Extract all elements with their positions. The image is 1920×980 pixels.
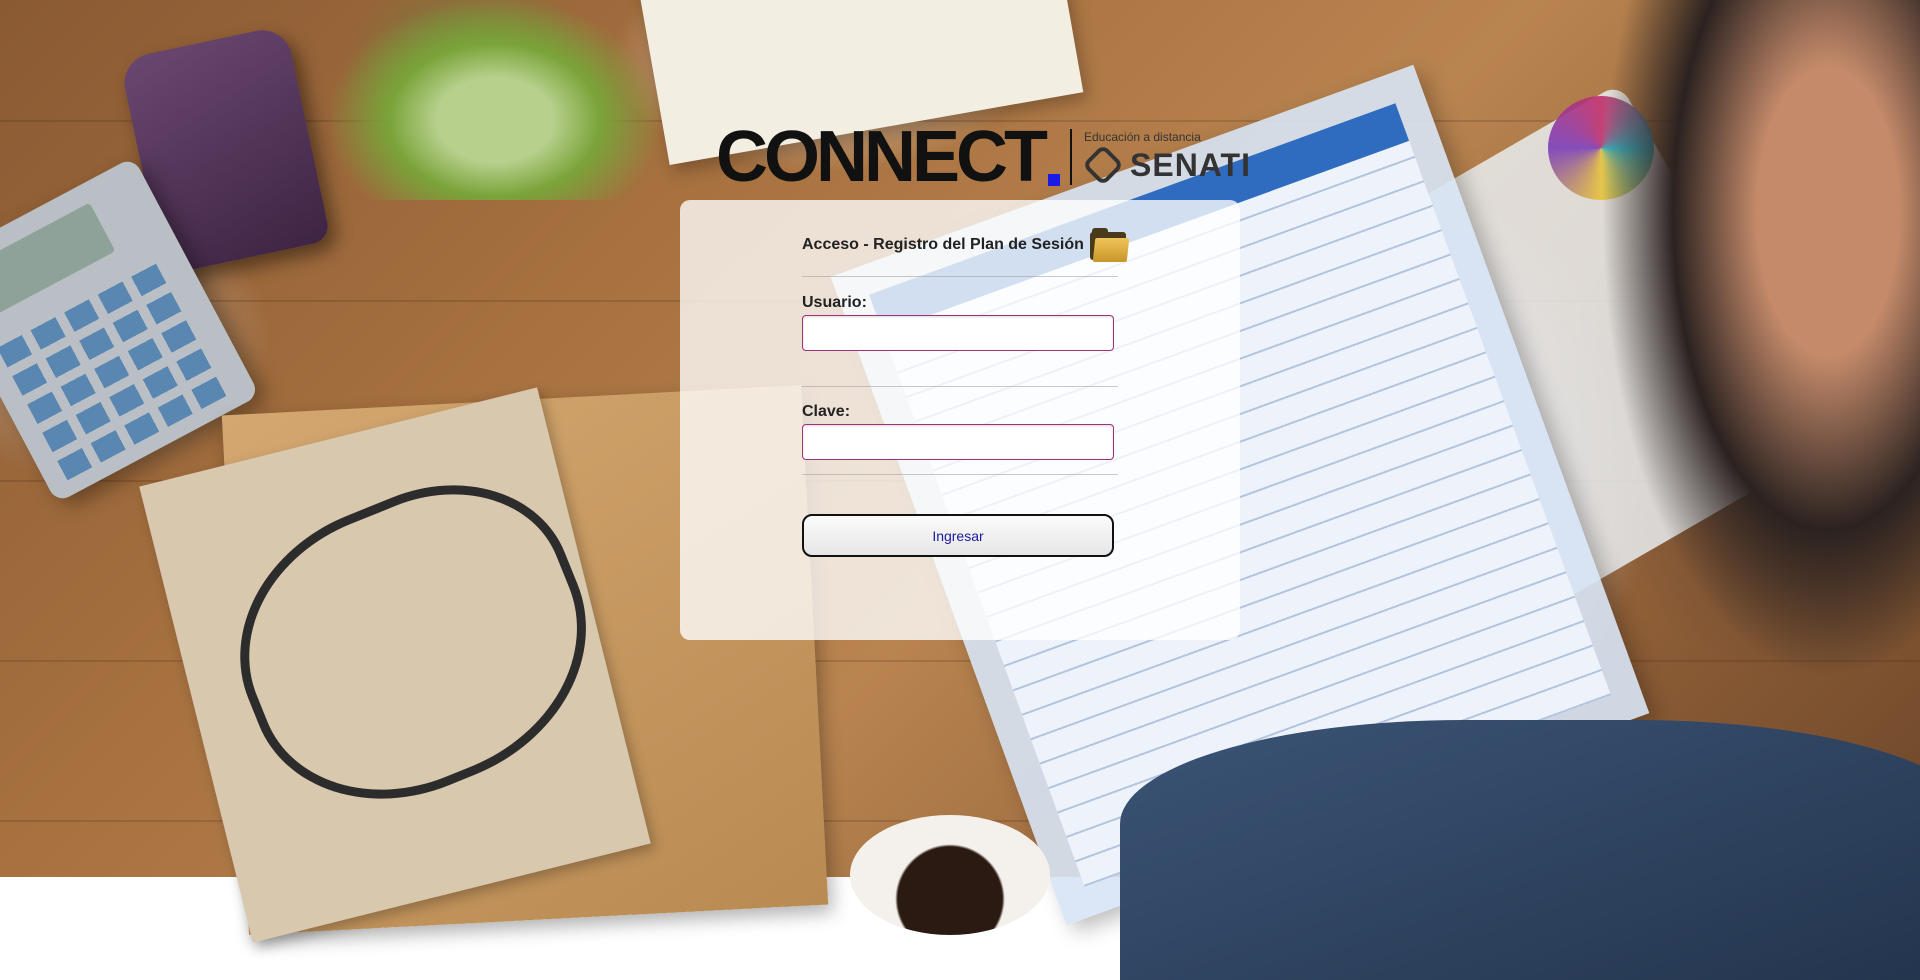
senati-text: SENATI <box>1130 146 1251 183</box>
senati-icon <box>1082 144 1124 186</box>
connect-senati-logo: CONNECT Educación a distancia SENATI <box>716 117 1251 197</box>
divider <box>802 386 1118 387</box>
login-button[interactable]: Ingresar <box>802 514 1114 557</box>
senati-logo: SENATI <box>1082 144 1251 186</box>
logo-dot <box>1048 174 1060 186</box>
password-label: Clave: <box>802 403 851 420</box>
person-decoration <box>1600 0 1920 680</box>
logo-brand: CONNECT <box>716 117 1048 197</box>
sweater-decoration <box>1120 720 1920 980</box>
divider <box>802 276 1118 277</box>
coffee-cup-decoration <box>850 815 1050 935</box>
login-title: Acceso - Registro del Plan de Sesión <box>802 228 1130 262</box>
username-input[interactable] <box>802 315 1114 351</box>
login-title-text: Acceso - Registro del Plan de Sesión <box>802 236 1084 253</box>
logo-partner-block: Educación a distancia SENATI <box>1082 130 1251 186</box>
plant-decoration <box>330 0 660 200</box>
username-label: Usuario: <box>802 294 867 311</box>
password-input[interactable] <box>802 424 1114 460</box>
logo-divider <box>1070 129 1072 185</box>
login-panel: Acceso - Registro del Plan de Sesión Usu… <box>680 200 1240 640</box>
folder-icon <box>1089 228 1130 262</box>
divider <box>802 474 1118 475</box>
logo-tagline: Educación a distancia <box>1084 130 1201 144</box>
